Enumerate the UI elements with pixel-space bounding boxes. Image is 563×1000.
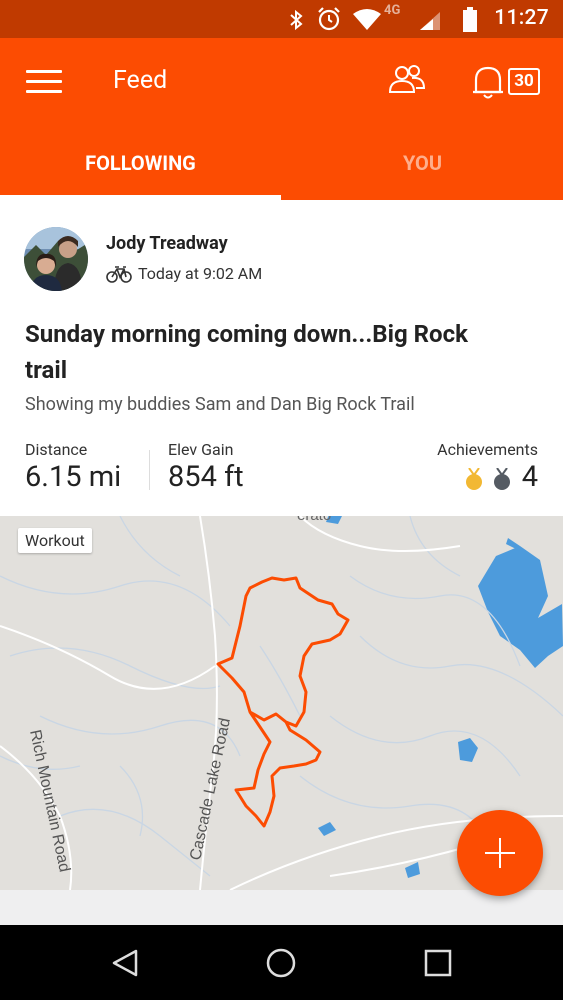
silver-medal-icon (494, 468, 510, 490)
notification-badge[interactable]: 30 (508, 68, 540, 95)
system-nav-bar (0, 925, 563, 1000)
app-bar: Feed 30 FOLLOWING YOU (0, 38, 563, 200)
bell-icon[interactable] (470, 64, 506, 100)
activity-card[interactable]: Jody Treadway Today at 9:02 AM Sunday mo… (0, 200, 563, 891)
workout-tag: Workout (18, 528, 92, 553)
bluetooth-icon (290, 9, 303, 31)
avatar[interactable] (24, 227, 88, 291)
clock: 11:27 (494, 6, 549, 30)
alarm-icon (318, 7, 340, 31)
bike-icon (106, 265, 132, 283)
home-icon[interactable] (265, 947, 297, 979)
back-icon[interactable] (110, 947, 142, 979)
stat-divider (149, 450, 150, 490)
gold-medal-icon (466, 468, 482, 490)
tab-following[interactable]: FOLLOWING (0, 146, 281, 200)
tab-you[interactable]: YOU (282, 146, 563, 200)
status-bar: 4G 11:27 (0, 0, 563, 38)
activity-description: Showing my buddies Sam and Dan Big Rock … (25, 394, 415, 415)
achievements-value: 4 (521, 460, 538, 494)
plus-icon-vertical (499, 838, 501, 868)
signal-icon (420, 12, 440, 30)
activity-meta: Today at 9:02 AM (106, 264, 262, 283)
athlete-name[interactable]: Jody Treadway (106, 233, 228, 254)
people-icon[interactable] (388, 64, 426, 94)
add-activity-button[interactable] (457, 810, 543, 896)
achievements-label: Achievements (437, 440, 538, 459)
recents-icon[interactable] (422, 947, 454, 979)
distance-value: 6.15 mi (25, 460, 122, 494)
battery-icon (463, 7, 477, 32)
elev-gain-value: 854 ft (168, 460, 244, 494)
activity-timestamp: Today at 9:02 AM (138, 264, 263, 283)
elev-gain-label: Elev Gain (168, 440, 234, 459)
network-type: 4G (384, 3, 401, 18)
activity-title[interactable]: Sunday morning coming down...Big Rock tr… (25, 316, 505, 388)
wifi-icon (353, 9, 381, 30)
page-title: Feed (113, 66, 168, 95)
feed-tabs: FOLLOWING YOU (0, 146, 563, 200)
menu-icon[interactable] (26, 70, 62, 94)
distance-label: Distance (25, 440, 88, 459)
map-place-label: erato (297, 516, 331, 524)
